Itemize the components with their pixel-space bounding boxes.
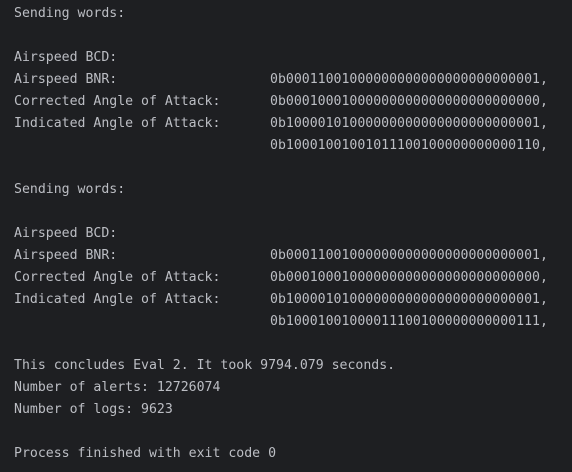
word-label: Indicated Angle of Attack: (14, 292, 221, 307)
word-row: Airspeed BCD: 0b000110010000000000000000… (14, 25, 566, 87)
console-output: Sending words: Airspeed BCD: 0b000110010… (14, 3, 566, 465)
alerts-count: Number of alerts: 12726074 (14, 380, 221, 395)
block-2-header: Sending words: (14, 182, 126, 197)
word-row: Indicated Angle of Attack: 0b10001001001… (14, 91, 566, 153)
word-row: Airspeed BCD: 0b000110010000000000000000… (14, 201, 566, 263)
word-row: Corrected Angle of Attack: 0b10000101000… (14, 69, 566, 131)
eval-conclusion: This concludes Eval 2. It took 9794.079 … (14, 358, 396, 373)
exit-message: Process finished with exit code 0 (14, 446, 277, 461)
word-value: 0b10000101000000000000000000000001, (270, 292, 548, 307)
word-row: Airspeed BNR: 0b000100010000000000000000… (14, 47, 566, 109)
word-row: Corrected Angle of Attack: 0b10000101000… (14, 245, 566, 307)
word-value: 0b10001001001011100100000000000110, (270, 138, 548, 153)
word-label: Indicated Angle of Attack: (14, 116, 221, 131)
word-value: 0b10001001000011100100000000000111, (270, 314, 548, 329)
word-value: 0b10000101000000000000000000000001, (270, 116, 548, 131)
block-1-header: Sending words: (14, 6, 126, 21)
word-row: Airspeed BNR: 0b000100010000000000000000… (14, 223, 566, 285)
word-row: Indicated Angle of Attack: 0b10001001000… (14, 267, 566, 329)
logs-count: Number of logs: 9623 (14, 402, 173, 417)
